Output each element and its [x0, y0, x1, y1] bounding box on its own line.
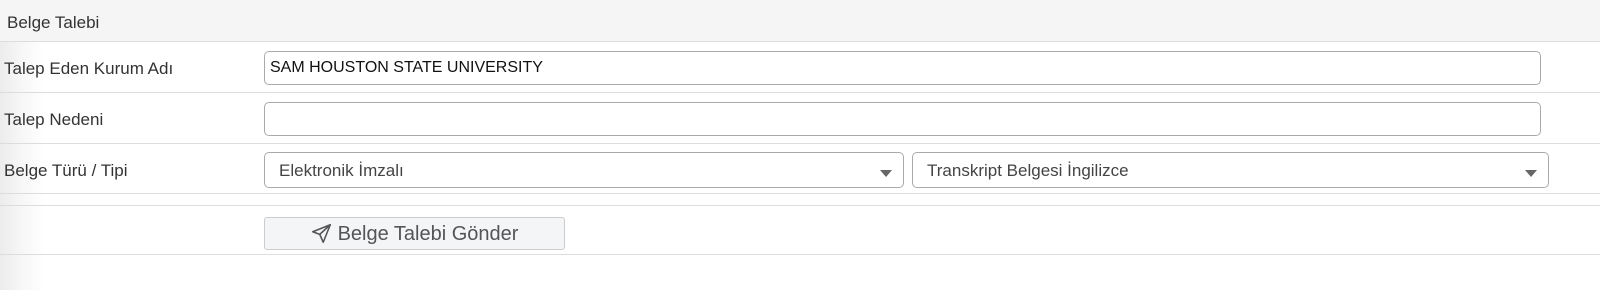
reason-row: Talep Nedeni — [0, 93, 1600, 144]
signature-type-value: Elektronik İmzalı — [279, 161, 404, 180]
document-kind-value: Transkript Belgesi İngilizce — [927, 161, 1129, 180]
signature-type-select[interactable]: Elektronik İmzalı — [264, 152, 904, 188]
paper-plane-icon — [311, 223, 332, 244]
chevron-down-icon — [880, 170, 892, 177]
institution-input[interactable] — [264, 51, 1541, 85]
document-type-row: Belge Türü / Tipi Elektronik İmzalı Tran… — [0, 144, 1600, 194]
institution-label: Talep Eden Kurum Adı — [4, 59, 174, 78]
document-kind-select[interactable]: Transkript Belgesi İngilizce — [912, 152, 1549, 188]
panel-title: Belge Talebi — [7, 13, 100, 32]
submit-request-button[interactable]: Belge Talebi Gönder — [264, 217, 565, 250]
institution-row: Talep Eden Kurum Adı — [0, 42, 1600, 93]
reason-label: Talep Nedeni — [4, 110, 104, 129]
actions-row: Belge Talebi Gönder — [0, 205, 1600, 255]
document-type-label: Belge Türü / Tipi — [4, 161, 128, 180]
reason-input[interactable] — [264, 102, 1541, 136]
submit-request-label: Belge Talebi Gönder — [337, 222, 519, 245]
chevron-down-icon — [1525, 170, 1537, 177]
panel-header: Belge Talebi — [0, 0, 1600, 42]
